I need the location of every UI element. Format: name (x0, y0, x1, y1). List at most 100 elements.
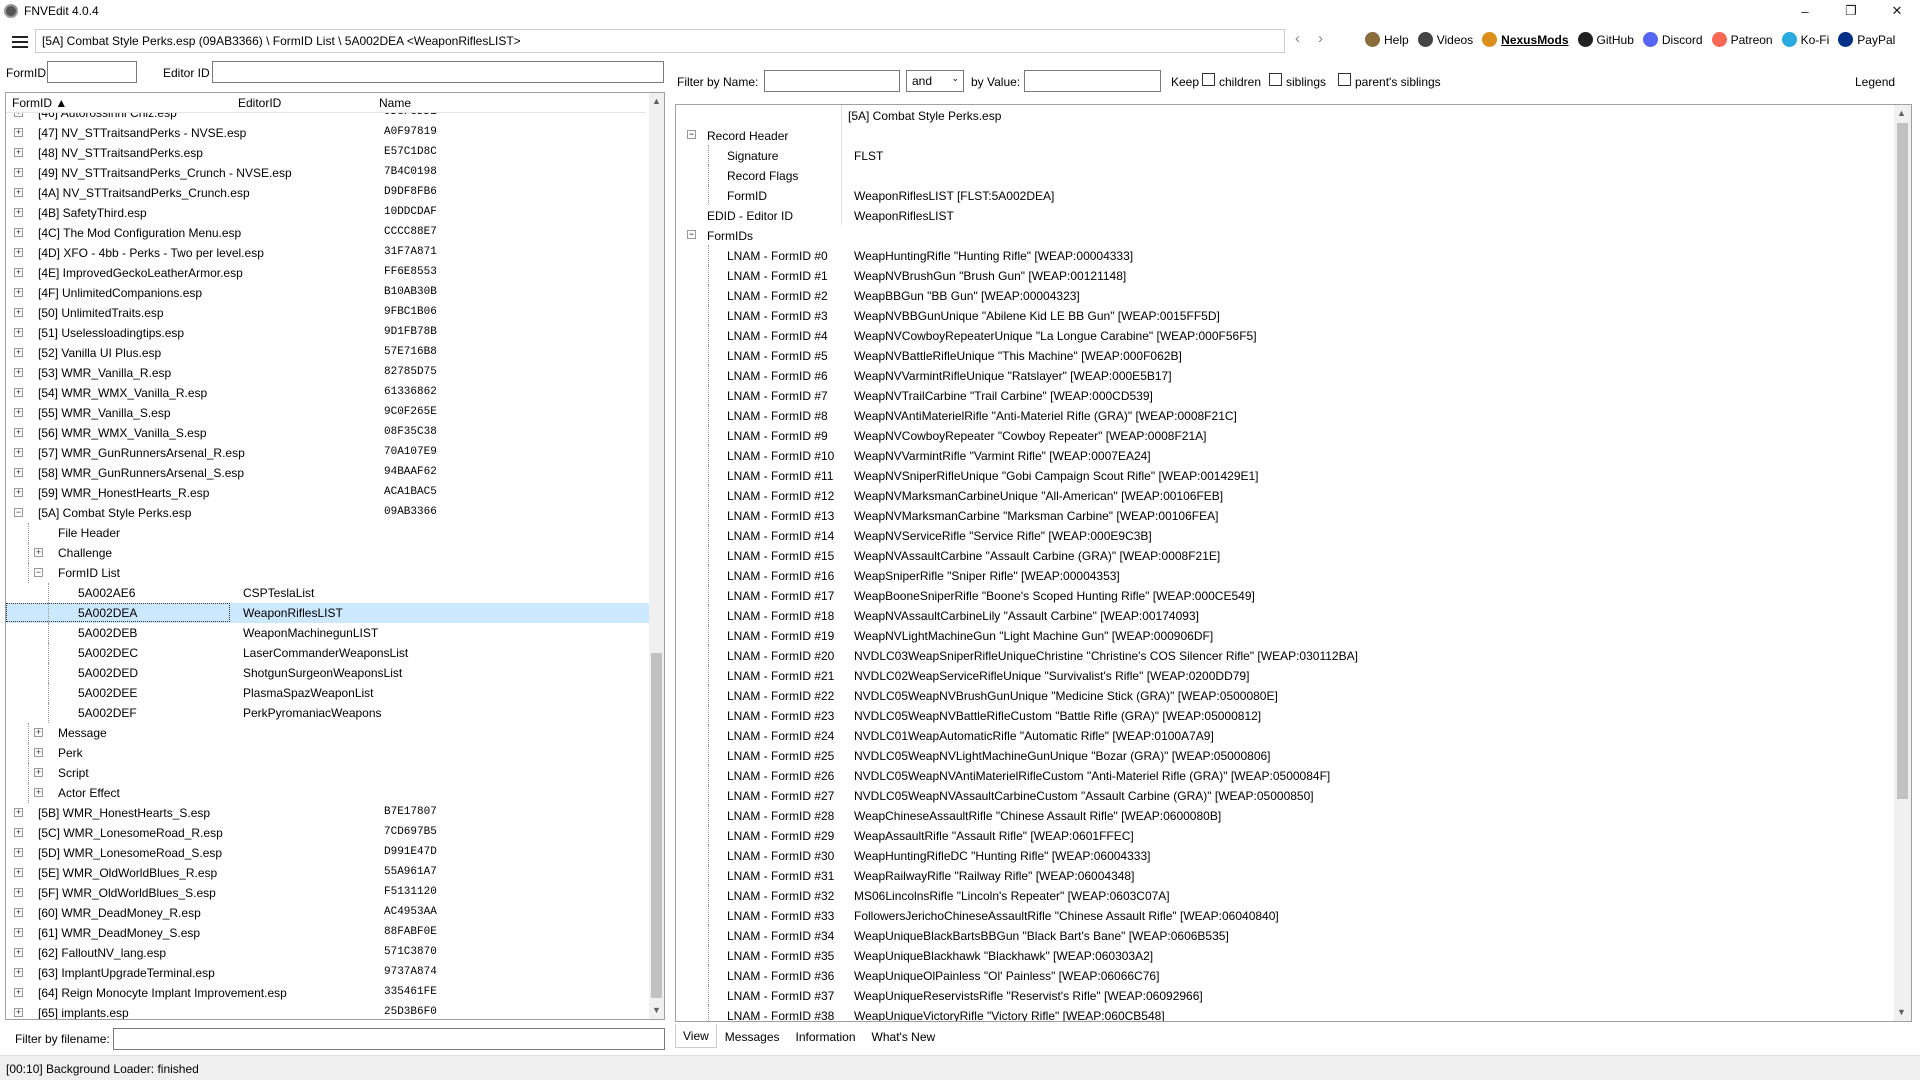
editorid-filter-input[interactable] (212, 61, 664, 83)
tree-row[interactable]: File Header (6, 523, 651, 543)
tree-row[interactable]: + [5B] WMR_HonestHearts_S.esp B7E17807 (6, 803, 651, 823)
expand-icon[interactable]: + (14, 868, 23, 877)
tree-row[interactable]: − FormID List (6, 563, 651, 583)
expand-icon[interactable]: + (14, 208, 23, 217)
link-nexusmods[interactable]: NexusMods (1482, 32, 1569, 47)
expand-icon[interactable]: + (14, 888, 23, 897)
record-field-row[interactable]: LNAM - FormID #5 WeapNVBattleRifleUnique … (676, 345, 1896, 365)
record-field-row[interactable]: LNAM - FormID #37 WeapUniqueReservistsRif… (676, 985, 1896, 1005)
expand-icon[interactable]: + (34, 768, 43, 777)
record-field-row[interactable]: LNAM - FormID #16 WeapSniperRifle "Sniper… (676, 565, 1896, 585)
expand-icon[interactable]: + (14, 288, 23, 297)
tab-view[interactable]: View (675, 1024, 717, 1048)
record-field-row[interactable]: LNAM - FormID #17 WeapBooneSniperRifle "B… (676, 585, 1896, 605)
tab-whatsnew[interactable]: What's New (864, 1024, 944, 1048)
tree-row[interactable]: + Challenge (6, 543, 651, 563)
record-scroll-up-icon[interactable]: ▲ (1894, 105, 1909, 122)
tree-row[interactable]: + [58] WMR_GunRunnersArsenal_S.esp 94BAAF6… (6, 463, 651, 483)
record-field-row[interactable]: LNAM - FormID #7 WeapNVTrailCarbine "Trai… (676, 385, 1896, 405)
expand-icon[interactable]: + (14, 1008, 23, 1017)
tree-row[interactable]: + Actor Effect (6, 783, 651, 803)
expand-icon[interactable]: + (14, 408, 23, 417)
legend-button[interactable]: Legend (1855, 75, 1895, 89)
record-field-row[interactable]: LNAM - FormID #28 WeapChineseAssaultRifle… (676, 805, 1896, 825)
record-field-row[interactable]: LNAM - FormID #0 WeapHuntingRifle "Huntin… (676, 245, 1896, 265)
record-field-row[interactable]: LNAM - FormID #8 WeapNVAntiMaterielRifle … (676, 405, 1896, 425)
tree-row[interactable]: + [55] WMR_Vanilla_S.esp 9C0F265E (6, 403, 651, 423)
children-checkbox[interactable] (1202, 73, 1215, 86)
parents-siblings-checkbox[interactable] (1338, 73, 1351, 86)
expand-icon[interactable]: + (14, 948, 23, 957)
record-field-row[interactable]: LNAM - FormID #29 WeapAssaultRifle "Assau… (676, 825, 1896, 845)
link-patreon[interactable]: Patreon (1711, 32, 1773, 47)
tree-row[interactable]: + [46] Autorossinni Chiz.esp 9D3F3DDE (6, 113, 651, 123)
record-field-row[interactable]: Signature FLST (676, 145, 1896, 165)
record-field-row[interactable]: LNAM - FormID #30 WeapHuntingRifleDC "Hun… (676, 845, 1896, 865)
record-scroll-thumb[interactable] (1897, 123, 1908, 799)
record-field-row[interactable]: LNAM - FormID #33 FollowersJerichoChinese… (676, 905, 1896, 925)
tree-row[interactable]: + [62] FalloutNV_lang.esp 571C3870 (6, 943, 651, 963)
record-field-row[interactable]: LNAM - FormID #21 NVDLC02WeapServiceRifle… (676, 665, 1896, 685)
record-scroll-down-icon[interactable]: ▼ (1894, 1004, 1909, 1021)
expand-icon[interactable]: + (14, 828, 23, 837)
tree-row[interactable]: + [4E] ImprovedGeckoLeatherArmor.esp FF6E8… (6, 263, 651, 283)
expand-icon[interactable]: + (14, 268, 23, 277)
expand-icon[interactable]: + (14, 113, 23, 117)
tree-row[interactable]: + Perk (6, 743, 651, 763)
record-field-row[interactable]: LNAM - FormID #12 WeapNVMarksmanCarbineUn… (676, 485, 1896, 505)
menu-hamburger-icon[interactable] (6, 29, 34, 55)
record-field-row[interactable]: LNAM - FormID #34 WeapUniqueBlackBartsBBG… (676, 925, 1896, 945)
record-field-row[interactable]: LNAM - FormID #15 WeapNVAssaultCarbine "A… (676, 545, 1896, 565)
record-field-row[interactable]: LNAM - FormID #10 WeapNVVarmintRifle "Var… (676, 445, 1896, 465)
expand-icon[interactable]: + (14, 808, 23, 817)
tree-row[interactable]: + [63] ImplantUpgradeTerminal.esp 9737A874 (6, 963, 651, 983)
forward-arrow-icon[interactable]: › (1318, 30, 1323, 47)
expand-icon[interactable]: + (14, 348, 23, 357)
link-help[interactable]: Help (1365, 32, 1409, 47)
tree-row[interactable]: + [48] NV_STTraitsandPerks.esp E57C1D8C (6, 143, 651, 163)
tree-row[interactable]: + [57] WMR_GunRunnersArsenal_R.esp 70A107E… (6, 443, 651, 463)
tree-row[interactable]: + [5F] WMR_OldWorldBlues_S.esp F5131120 (6, 883, 651, 903)
record-field-row[interactable]: LNAM - FormID #24 NVDLC01WeapAutomaticRif… (676, 725, 1896, 745)
link-paypal[interactable]: PayPal (1838, 32, 1895, 47)
record-field-row[interactable]: LNAM - FormID #13 WeapNVMarksmanCarbine "… (676, 505, 1896, 525)
filename-filter-input[interactable] (113, 1028, 665, 1050)
tree-row[interactable]: 5A002DEB WeaponMachinegunLIST (6, 623, 651, 643)
expand-icon[interactable]: + (14, 428, 23, 437)
record-field-row[interactable]: LNAM - FormID #36 WeapUniqueOlPainless "O… (676, 965, 1896, 985)
expand-icon[interactable]: + (14, 168, 23, 177)
record-field-row[interactable]: LNAM - FormID #18 WeapNVAssaultCarbineLil… (676, 605, 1896, 625)
collapse-icon[interactable]: − (687, 230, 696, 239)
tree-row[interactable]: + [4C] The Mod Configuration Menu.esp CCCC… (6, 223, 651, 243)
tree-scrollbar[interactable]: ▲ ▼ (649, 93, 664, 1019)
back-arrow-icon[interactable]: ‹ (1295, 30, 1300, 47)
siblings-checkbox[interactable] (1269, 73, 1282, 86)
scroll-up-icon[interactable]: ▲ (649, 93, 664, 110)
expand-icon[interactable]: + (14, 988, 23, 997)
expand-icon[interactable]: + (14, 128, 23, 137)
expand-icon[interactable]: + (14, 468, 23, 477)
record-field-row[interactable]: LNAM - FormID #35 WeapUniqueBlackhawk "Bl… (676, 945, 1896, 965)
expand-icon[interactable]: + (14, 248, 23, 257)
tree-row[interactable]: + [4A] NV_STTraitsandPerks_Crunch.esp D9DF… (6, 183, 651, 203)
tree-row[interactable]: + [4D] XFO - 4bb - Perks - Two per level.… (6, 243, 651, 263)
record-field-row[interactable]: − Record Header (676, 125, 1896, 145)
expand-icon[interactable]: + (34, 748, 43, 757)
expand-icon[interactable]: + (14, 848, 23, 857)
tree-row[interactable]: 5A002DEC LaserCommanderWeaponsList (6, 643, 651, 663)
tree-row[interactable]: + [51] Uselessloadingtips.esp 9D1FB78B (6, 323, 651, 343)
tree-row[interactable]: + [61] WMR_DeadMoney_S.esp 88FABF0E (6, 923, 651, 943)
record-field-row[interactable]: LNAM - FormID #6 WeapNVVarmintRifleUnique… (676, 365, 1896, 385)
tree-row[interactable]: + [65] implants.esp 25D3B6F0 (6, 1003, 651, 1019)
column-editorid[interactable]: EditorID (238, 96, 281, 110)
expand-icon[interactable]: + (14, 488, 23, 497)
minimize-button[interactable]: – (1782, 0, 1828, 22)
record-field-row[interactable]: LNAM - FormID #9 WeapNVCowboyRepeater "Co… (676, 425, 1896, 445)
record-scrollbar[interactable]: ▲ ▼ (1894, 105, 1911, 1021)
record-field-row[interactable]: LNAM - FormID #14 WeapNVServiceRifle "Ser… (676, 525, 1896, 545)
expand-icon[interactable]: + (14, 908, 23, 917)
link-videos[interactable]: Videos (1417, 32, 1473, 47)
record-field-row[interactable]: − FormIDs (676, 225, 1896, 245)
scroll-thumb[interactable] (651, 653, 662, 998)
collapse-icon[interactable]: − (687, 130, 696, 139)
